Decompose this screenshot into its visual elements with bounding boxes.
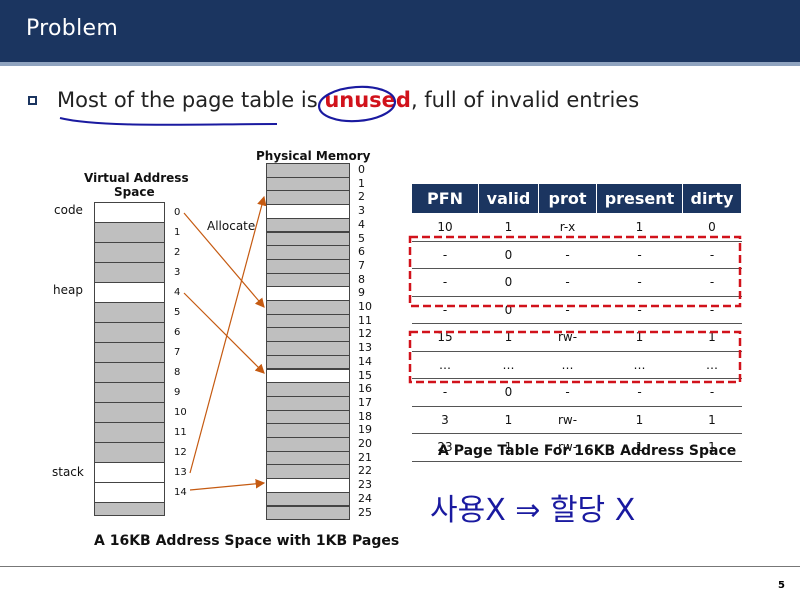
page-number: 5 [778, 580, 785, 591]
footer-divider [0, 566, 800, 567]
invalid-entry-highlights [408, 235, 742, 384]
dashed-box-2 [408, 330, 742, 384]
address-space-caption: A 16KB Address Space with 1KB Pages [94, 533, 400, 549]
handwritten-note: 사용X ⇒ 할당 X [430, 493, 636, 528]
page-table-caption: A Page Table For 16KB Address Space [438, 443, 737, 459]
dashed-box-1 [408, 235, 742, 308]
